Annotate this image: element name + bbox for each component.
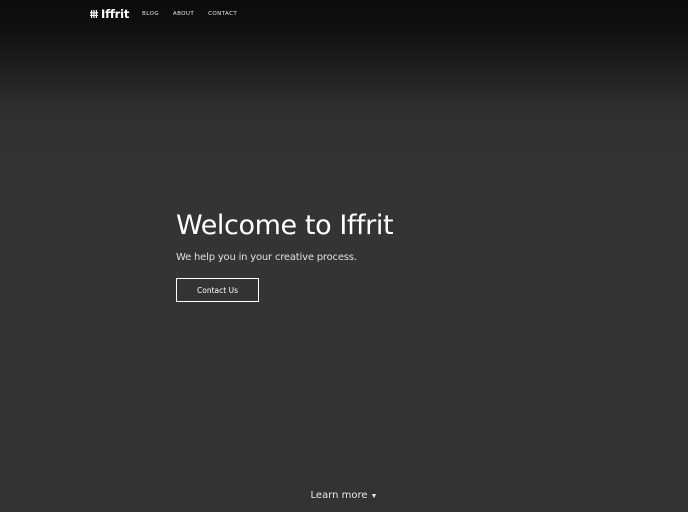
brand-name: Iffrit bbox=[101, 7, 130, 21]
brand-logo[interactable]: Iffrit bbox=[90, 6, 129, 22]
nav-link-blog[interactable]: BLOG bbox=[142, 11, 159, 17]
learn-more-link[interactable]: Learn more ▼ bbox=[0, 490, 688, 501]
contact-us-button[interactable]: Contact Us bbox=[176, 278, 259, 302]
hero-title: Welcome to Iffrit bbox=[176, 210, 394, 241]
hero-subtitle: We help you in your creative process. bbox=[176, 252, 357, 263]
navbar: Iffrit BLOG ABOUT CONTACT bbox=[0, 0, 688, 30]
nav-link-contact[interactable]: CONTACT bbox=[208, 11, 237, 17]
grid-hash-icon bbox=[90, 10, 98, 18]
caret-down-icon: ▼ bbox=[370, 493, 378, 500]
nav-links: BLOG ABOUT CONTACT bbox=[142, 11, 237, 17]
learn-more-label: Learn more bbox=[310, 490, 368, 501]
nav-link-about[interactable]: ABOUT bbox=[173, 11, 194, 17]
hero-background: Iffrit BLOG ABOUT CONTACT Welcome to Iff… bbox=[0, 0, 688, 512]
